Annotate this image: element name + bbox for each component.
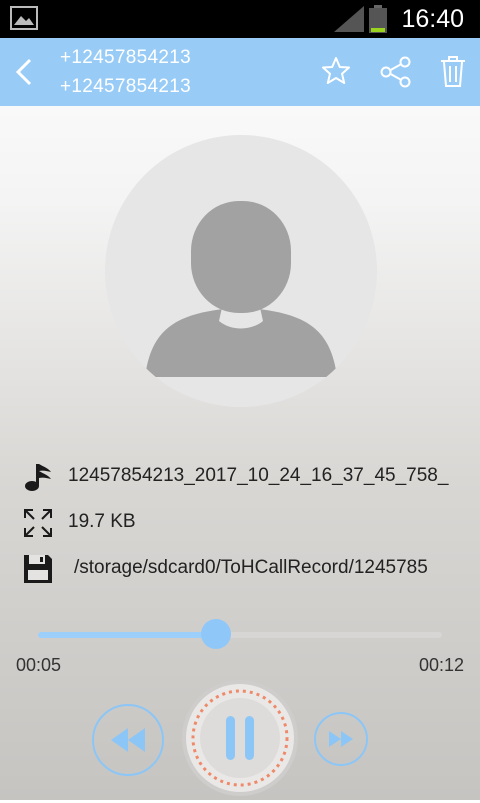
- music-note-icon: [25, 464, 51, 491]
- file-name-row: 12457854213_2017_10_24_16_37_45_758_: [22, 458, 480, 494]
- rewind-icon: [111, 728, 145, 752]
- file-size: 19.7 KB: [68, 511, 136, 532]
- person-silhouette-icon: [145, 201, 337, 377]
- seek-bar[interactable]: [38, 632, 442, 638]
- rewind-button[interactable]: [92, 704, 164, 776]
- total-time: 00:12: [418, 655, 464, 675]
- file-size-row: 19.7 KB: [22, 504, 480, 540]
- status-bar: 16:40: [0, 0, 480, 38]
- contact-number: +12457854213: [60, 47, 191, 68]
- pause-button[interactable]: [180, 678, 300, 798]
- pause-icon: [182, 680, 298, 796]
- file-name: 12457854213_2017_10_24_16_37_45_758_: [68, 465, 449, 486]
- fast-forward-icon: [329, 731, 353, 747]
- file-path-row: /storage/sdcard0/ToHCallRecord/1245785: [22, 550, 480, 586]
- image-notification-icon: [10, 6, 38, 30]
- file-path: /storage/sdcard0/ToHCallRecord/1245785: [74, 557, 428, 578]
- seek-progress: [38, 632, 216, 638]
- trash-icon[interactable]: [438, 55, 468, 89]
- contact-avatar: [105, 135, 377, 407]
- seek-thumb[interactable]: [200, 619, 231, 649]
- share-icon[interactable]: [379, 55, 413, 89]
- current-time: 00:05: [16, 655, 62, 675]
- battery-icon: [369, 5, 387, 33]
- fast-forward-button[interactable]: [314, 712, 368, 766]
- contact-number-secondary: +12457854213: [60, 76, 191, 97]
- clock: 16:40: [401, 5, 464, 33]
- expand-arrows-icon: [24, 509, 52, 537]
- signal-icon: [334, 6, 364, 32]
- star-icon[interactable]: [320, 55, 352, 87]
- app-bar: +12457854213 +12457854213: [0, 38, 480, 106]
- back-chevron-icon[interactable]: [10, 54, 38, 90]
- floppy-disk-icon: [24, 555, 52, 583]
